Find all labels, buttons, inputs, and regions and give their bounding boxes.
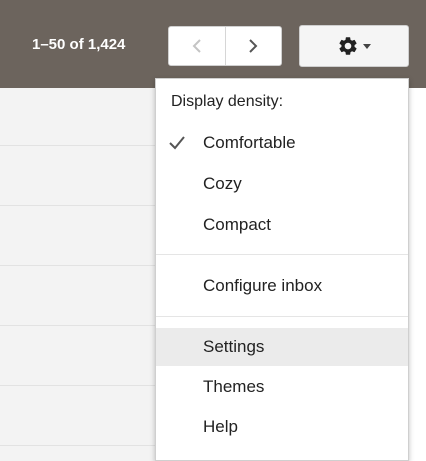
gear-icon: [339, 37, 357, 55]
settings-item[interactable]: Settings: [156, 328, 408, 366]
density-cozy-label: Cozy: [203, 174, 242, 193]
display-density-header: Display density:: [171, 93, 284, 110]
settings-label: Settings: [203, 337, 265, 356]
settings-menu-button[interactable]: [299, 25, 409, 67]
density-compact-label: Compact: [203, 215, 272, 234]
row-divider: [0, 385, 160, 386]
caret-down-icon: [363, 43, 371, 49]
settings-dropdown-menu: Display density: Comfortable Cozy Compac…: [155, 78, 409, 461]
inbox-list-background: [0, 88, 160, 461]
row-divider: [0, 265, 160, 266]
configure-inbox-label: Configure inbox: [203, 276, 323, 295]
menu-divider: [156, 254, 408, 255]
help-item[interactable]: Help: [156, 408, 408, 446]
help-label: Help: [203, 417, 238, 436]
row-divider: [0, 325, 160, 326]
pagination-nav: [168, 26, 282, 66]
row-divider: [0, 145, 160, 146]
themes-item[interactable]: Themes: [156, 368, 408, 406]
density-comfortable-label: Comfortable: [203, 133, 296, 152]
chevron-left-icon: [192, 39, 201, 53]
configure-inbox-item[interactable]: Configure inbox: [156, 267, 408, 305]
chevron-right-icon: [249, 39, 258, 53]
row-divider: [0, 445, 160, 446]
pagination-count: 1–50 of 1,424: [32, 36, 126, 53]
density-compact[interactable]: Compact: [156, 206, 408, 244]
toolbar: 1–50 of 1,424: [0, 0, 426, 88]
checkmark-icon: [169, 136, 185, 150]
themes-label: Themes: [203, 377, 265, 396]
density-cozy[interactable]: Cozy: [156, 165, 408, 203]
newer-button[interactable]: [224, 27, 282, 65]
row-divider: [0, 205, 160, 206]
density-comfortable[interactable]: Comfortable: [156, 124, 408, 162]
menu-divider: [156, 316, 408, 317]
older-button[interactable]: [169, 27, 225, 65]
